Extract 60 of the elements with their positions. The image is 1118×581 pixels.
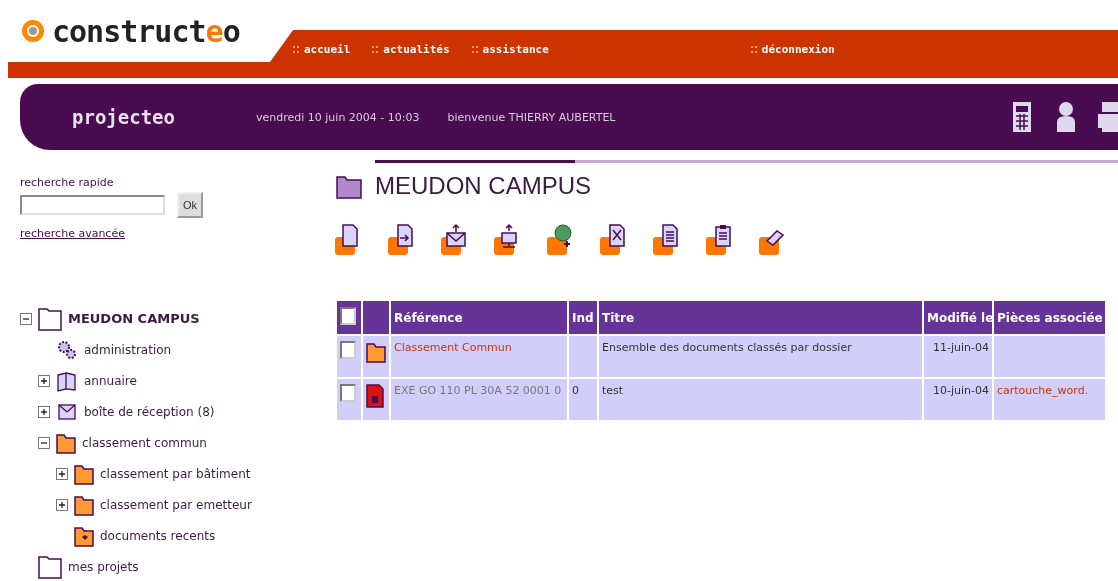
date-text: 11-juin-04 (933, 341, 989, 354)
tree-item[interactable]: classement par bâtiment (100, 466, 251, 481)
calculator-icon[interactable] (1010, 100, 1034, 134)
book-icon (56, 369, 78, 392)
advanced-search-link[interactable]: recherche avancée (20, 227, 125, 240)
dots-icon (750, 46, 759, 53)
column-header: Titre (598, 300, 923, 335)
select-all-checkbox[interactable] (340, 307, 356, 325)
column-header: Référence (390, 300, 568, 335)
date-text: vendredi 10 juin 2004 - 10:03 (256, 110, 420, 124)
tree-item[interactable]: administration (84, 342, 172, 357)
column-header: Modifié le (923, 300, 993, 335)
gears-icon (56, 338, 78, 361)
title-text: test (602, 384, 624, 397)
expand-toggle[interactable] (38, 405, 50, 418)
folder-icon (38, 306, 62, 331)
index-text: 0 (572, 384, 579, 397)
document-icon (366, 384, 384, 408)
expand-toggle[interactable] (56, 467, 68, 480)
welcome-text: bienvenue THIERRY AUBERTEL (447, 110, 616, 124)
dots-icon (293, 46, 301, 53)
row-checkbox[interactable] (340, 341, 356, 359)
tree-item[interactable]: annuaire (84, 373, 137, 388)
reference-text: EXE GO 110 PL 30A 52 0001 0 (394, 384, 562, 397)
folder-icon (38, 554, 62, 579)
expand-toggle[interactable] (38, 374, 50, 387)
folder-icon (74, 524, 94, 547)
tree-item[interactable]: classement commun (82, 435, 207, 450)
app-name: projecteo (72, 106, 176, 128)
folder-icon (366, 341, 386, 363)
folder-icon (56, 431, 76, 454)
tree-item[interactable]: classement par emetteur (100, 497, 252, 512)
column-header: Pièces associée (993, 300, 1106, 335)
nav-link[interactable]: accueil (293, 42, 351, 56)
collapse-toggle[interactable] (20, 312, 32, 325)
nav-link[interactable]: actualités (372, 42, 450, 56)
tree-item[interactable]: documents recents (100, 528, 216, 543)
person-icon[interactable] (1054, 100, 1078, 134)
tree-item[interactable]: boîte de réception (8) (84, 404, 215, 419)
printer-icon[interactable] (1098, 100, 1118, 134)
dots-icon (471, 46, 480, 53)
tree-item[interactable]: mes projets (68, 559, 139, 574)
logout-link[interactable]: déconnexion (750, 42, 835, 56)
tree-item[interactable]: MEUDON CAMPUS (68, 311, 200, 326)
logo: constructeo (52, 13, 240, 49)
search-label: recherche rapide (20, 176, 115, 189)
nav-link[interactable]: assistance (471, 42, 549, 56)
title-text: Ensemble des documents classés par dossier (602, 341, 852, 354)
expand-toggle[interactable] (56, 498, 68, 511)
search-field[interactable] (20, 195, 165, 215)
column-header: Ind (568, 300, 598, 335)
ok-button[interactable]: Ok (177, 192, 204, 218)
page-title: MEUDON CAMPUS (375, 172, 591, 200)
date-text: 10-juin-04 (933, 384, 989, 397)
folder-icon (74, 462, 94, 485)
collapse-toggle[interactable] (38, 436, 50, 449)
dots-icon (372, 46, 381, 53)
row-checkbox[interactable] (340, 384, 356, 402)
folder-icon (74, 493, 94, 516)
logo-icon (20, 18, 46, 44)
